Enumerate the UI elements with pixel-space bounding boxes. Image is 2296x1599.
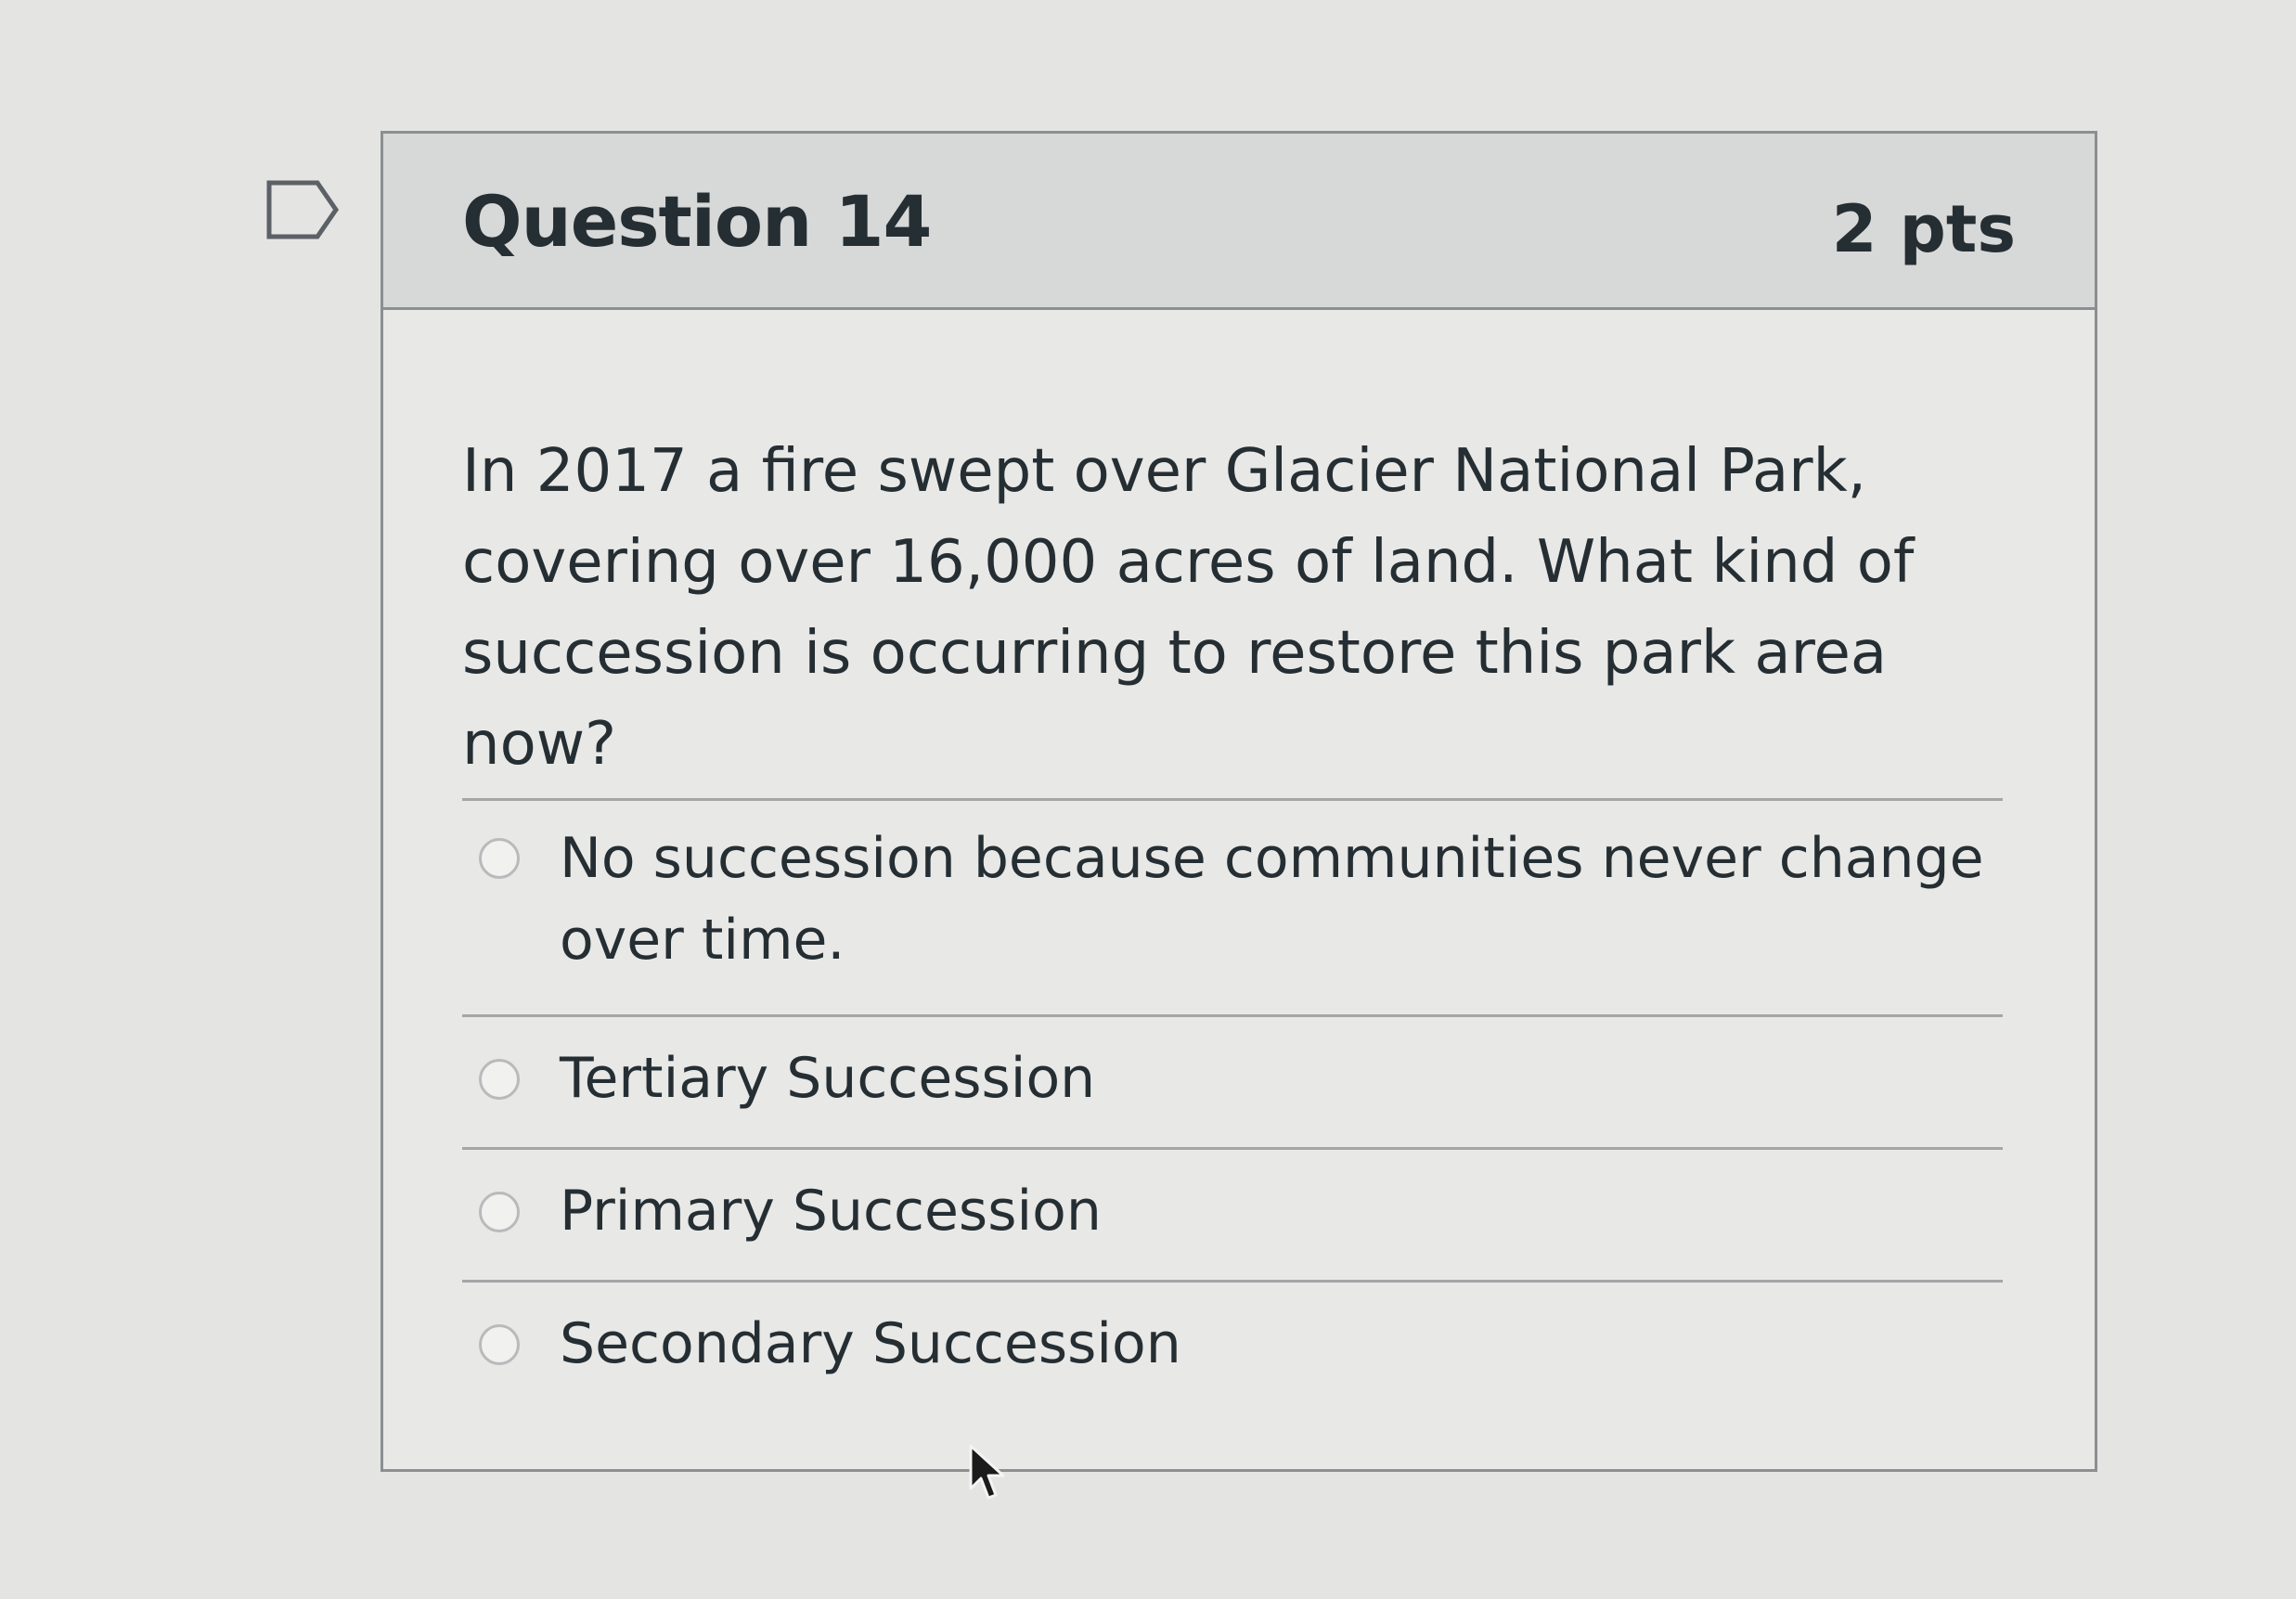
question-title: Question 14 <box>462 180 932 263</box>
question-points: 2 pts <box>1831 191 2016 267</box>
mouse-pointer-icon <box>969 1444 1008 1502</box>
question-header: Question 14 2 pts <box>383 134 2095 310</box>
answer-option[interactable]: No succession because communities never … <box>462 798 2003 1014</box>
answer-option[interactable]: Primary Succession <box>462 1147 2003 1280</box>
radio-unselected-icon[interactable] <box>479 1059 520 1100</box>
bookmark-question-icon[interactable] <box>265 179 340 240</box>
radio-unselected-icon[interactable] <box>479 1192 520 1232</box>
question-text: In 2017 a fire swept over Glacier Nation… <box>462 437 1915 779</box>
answer-label: No succession because communities never … <box>560 826 1984 973</box>
answer-label: Tertiary Succession <box>560 1046 1096 1111</box>
answer-option[interactable]: Tertiary Succession <box>462 1014 2003 1147</box>
answer-option[interactable]: Secondary Succession <box>462 1280 2003 1412</box>
answer-label: Secondary Succession <box>560 1311 1181 1376</box>
radio-unselected-icon[interactable] <box>479 1324 520 1365</box>
radio-unselected-icon[interactable] <box>479 838 520 879</box>
answer-list: No succession because communities never … <box>462 798 2003 1412</box>
answer-label: Primary Succession <box>560 1179 1102 1244</box>
question-card: Question 14 2 pts In 2017 a fire swept o… <box>381 131 2097 1472</box>
